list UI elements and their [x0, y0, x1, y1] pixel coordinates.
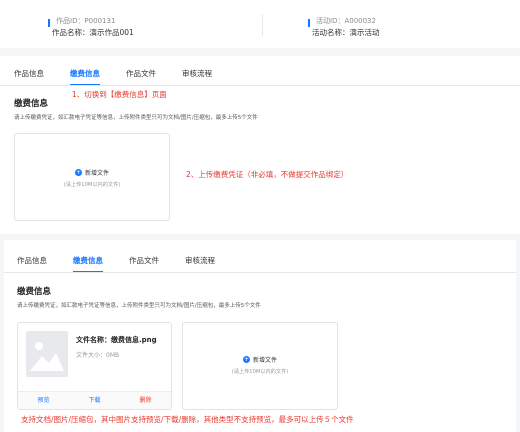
- upload-content: + 新增文件 (请上传10M以内的文件): [183, 355, 337, 375]
- activity-id: 活动ID：A000032: [316, 17, 376, 25]
- work-id: 作品ID：P000131: [56, 17, 116, 25]
- file-name-label: 文件名称：: [76, 336, 111, 344]
- work-name-label: 作品名称：: [52, 28, 90, 37]
- accent-bar: [48, 19, 50, 27]
- file-size-label: 文件大小：: [76, 352, 107, 359]
- tab-bar-2: 作品信息 缴费信息 作品文件 审核流程: [17, 251, 241, 273]
- delete-button[interactable]: 删除: [120, 392, 171, 409]
- upload-label-row: + 新增文件: [15, 168, 169, 177]
- annotation-step2: 2、上传缴费凭证（非必填，不做提交作品绑定）: [186, 170, 349, 179]
- tab-payment-info[interactable]: 缴费信息: [73, 251, 103, 273]
- add-file-label: 新增文件: [84, 170, 109, 177]
- section-description: 请上传缴费凭证，如汇款电子凭证等信息，上传附件类型只可为文档/图片/压缩包，最多…: [14, 115, 258, 121]
- tab-divider: [4, 272, 516, 273]
- tab-work-info[interactable]: 作品信息: [17, 251, 47, 273]
- add-file-label: 新增文件: [252, 357, 277, 364]
- section-title: 缴费信息: [14, 99, 49, 109]
- activity-name-label: 活动名称：: [312, 28, 350, 37]
- annotation-step3: 支持文档/图片/压缩包，其中图片支持预览/下载/删除，其他类型不支持预览，最多可…: [21, 415, 354, 424]
- work-name: 演示作品001: [89, 28, 134, 37]
- divider: [262, 14, 263, 36]
- upload-hint: (请上传10M以内的文件): [63, 182, 121, 188]
- tab-bar: 作品信息 缴费信息 作品文件 审核流程: [14, 64, 238, 86]
- tab-payment-info[interactable]: 缴费信息: [70, 64, 100, 86]
- file-size: 0MB: [106, 352, 120, 359]
- image-placeholder-icon[interactable]: [26, 331, 68, 377]
- tab-work-info[interactable]: 作品信息: [14, 64, 44, 86]
- file-size-row: 文件大小：0MB: [76, 350, 119, 359]
- add-file-upload[interactable]: + 新增文件 (请上传10M以内的文件): [182, 322, 338, 410]
- upload-hint: (请上传10M以内的文件): [231, 369, 289, 375]
- tab-divider: [0, 85, 520, 86]
- upload-label-row: + 新增文件: [183, 355, 337, 364]
- tab-review-flow[interactable]: 审核流程: [185, 251, 215, 273]
- uploaded-file-card: 文件名称：缴费信息.png 文件大小：0MB 预览 下载 删除: [17, 322, 172, 410]
- plus-icon: +: [74, 169, 82, 176]
- add-file-upload[interactable]: + 新增文件 (请上传10M以内的文件): [14, 133, 170, 221]
- activity-name: 演示活动: [349, 28, 380, 37]
- work-info: 作品ID：P000131 作品名称：演示作品001: [48, 16, 134, 40]
- file-name-row: 文件名称：缴费信息.png: [76, 335, 157, 345]
- work-info-panel: 作品ID：P000131 作品名称：演示作品001 活动ID：A000032 活…: [0, 0, 520, 48]
- file-name: 缴费信息.png: [111, 336, 157, 344]
- annotation-step1: 1、切换到【缴费信息】页面: [72, 90, 167, 99]
- upload-content: + 新增文件 (请上传10M以内的文件): [15, 168, 169, 188]
- plus-icon: +: [242, 356, 250, 363]
- download-button[interactable]: 下载: [69, 392, 120, 409]
- section-title: 缴费信息: [17, 287, 52, 297]
- tab-work-files[interactable]: 作品文件: [129, 251, 159, 273]
- work-name-row: 作品名称：演示作品001: [52, 26, 134, 40]
- section-description: 请上传缴费凭证，如汇款电子凭证等信息，上传附件类型只可为文档/图片/压缩包，最多…: [17, 303, 261, 309]
- file-actions: 预览 下载 删除: [18, 391, 171, 409]
- tab-review-flow[interactable]: 审核流程: [182, 64, 212, 86]
- tab-work-files[interactable]: 作品文件: [126, 64, 156, 86]
- preview-button[interactable]: 预览: [18, 392, 69, 409]
- activity-name-row: 活动名称：演示活动: [312, 26, 380, 40]
- activity-info: 活动ID：A000032 活动名称：演示活动: [308, 16, 380, 40]
- accent-bar: [308, 19, 310, 27]
